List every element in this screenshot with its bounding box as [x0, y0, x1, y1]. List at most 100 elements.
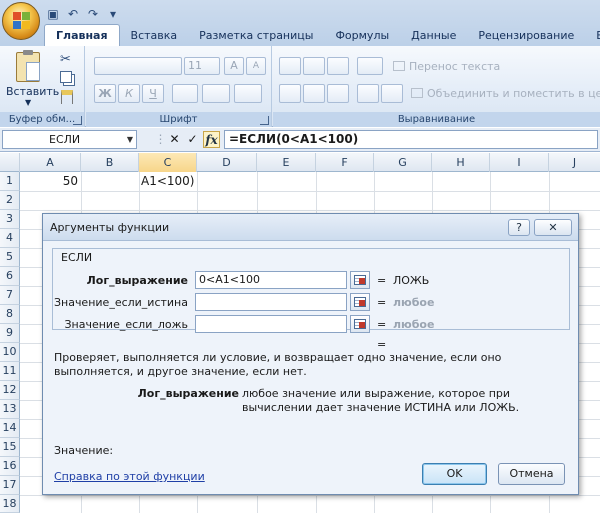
argument-help-text: любое значение или выражение, которое пр…: [242, 387, 520, 414]
bold-label: Ж: [98, 87, 112, 100]
shrink-font-button[interactable]: A: [246, 57, 266, 75]
grid-line: [20, 495, 600, 496]
row-header[interactable]: 7: [0, 286, 20, 305]
align-left-button[interactable]: [279, 84, 301, 103]
cell-a1[interactable]: 50: [20, 174, 80, 188]
argument-result: ЛОЖЬ: [393, 274, 430, 287]
row-header[interactable]: 13: [0, 400, 20, 419]
column-header[interactable]: B: [81, 153, 139, 172]
formula-input[interactable]: =ЕСЛИ(0<A1<100): [224, 130, 598, 149]
insert-function-button[interactable]: fx: [203, 131, 220, 148]
tab-page-layout[interactable]: Разметка страницы: [188, 26, 324, 46]
italic-label: К: [125, 87, 133, 100]
align-middle-button[interactable]: [303, 57, 325, 75]
office-button[interactable]: [2, 2, 40, 40]
row-header[interactable]: 15: [0, 438, 20, 457]
decrease-indent-button[interactable]: [357, 84, 379, 103]
row-header[interactable]: 1: [0, 172, 20, 191]
row-header[interactable]: 18: [0, 495, 20, 513]
enter-entry-icon[interactable]: ✓: [184, 131, 201, 148]
bold-button[interactable]: Ж: [94, 84, 116, 103]
paste-icon: [16, 50, 40, 82]
argument-input[interactable]: [195, 315, 347, 333]
collapse-dialog-icon[interactable]: [350, 293, 370, 311]
name-box-dropdown-icon[interactable]: ▼: [127, 131, 133, 148]
column-header[interactable]: H: [432, 153, 490, 172]
clipboard-launcher-icon[interactable]: [73, 116, 82, 125]
name-box[interactable]: ЕСЛИ ▼: [2, 130, 137, 149]
grid-line: [20, 210, 600, 211]
format-painter-icon[interactable]: [61, 90, 73, 104]
save-icon[interactable]: ▣: [46, 7, 60, 21]
row-header[interactable]: 17: [0, 476, 20, 495]
row-header[interactable]: 14: [0, 419, 20, 438]
cancel-entry-icon[interactable]: ✕: [166, 131, 183, 148]
column-header[interactable]: G: [374, 153, 432, 172]
row-header[interactable]: 6: [0, 267, 20, 286]
grow-font-button[interactable]: A: [224, 57, 244, 75]
tab-view[interactable]: Вид: [585, 26, 600, 46]
equals-sign: =: [377, 274, 387, 287]
column-header[interactable]: C: [139, 153, 197, 172]
tab-formulas[interactable]: Формулы: [324, 26, 400, 46]
increase-indent-button[interactable]: [381, 84, 403, 103]
redo-icon[interactable]: ↷: [86, 7, 100, 21]
copy-icon[interactable]: [60, 71, 72, 83]
select-all-corner[interactable]: [0, 153, 20, 172]
help-link[interactable]: Справка по этой функции: [54, 470, 205, 483]
tab-insert[interactable]: Вставка: [120, 26, 189, 46]
column-header[interactable]: I: [490, 153, 549, 172]
cancel-button[interactable]: Отмена: [498, 463, 565, 485]
font-name-box[interactable]: [94, 57, 182, 75]
column-header[interactable]: J: [549, 153, 600, 172]
value-label: Значение:: [54, 444, 114, 457]
tab-review[interactable]: Рецензирование: [467, 26, 585, 46]
column-header[interactable]: A: [20, 153, 81, 172]
row-header[interactable]: 10: [0, 343, 20, 362]
paste-button[interactable]: Вставить ▼: [6, 50, 59, 108]
italic-button[interactable]: К: [118, 84, 140, 103]
row-header[interactable]: 4: [0, 229, 20, 248]
align-right-button[interactable]: [327, 84, 349, 103]
ok-button[interactable]: OK: [422, 463, 487, 485]
font-color-button[interactable]: [234, 84, 262, 103]
cell-c1[interactable]: A1<100): [141, 174, 194, 188]
tab-data[interactable]: Данные: [400, 26, 467, 46]
row-header[interactable]: 8: [0, 305, 20, 324]
cut-icon[interactable]: ✂: [60, 52, 71, 67]
align-bottom-button[interactable]: [327, 57, 349, 75]
column-header[interactable]: F: [316, 153, 374, 172]
row-header[interactable]: 11: [0, 362, 20, 381]
row-header[interactable]: 2: [0, 191, 20, 210]
merge-center-button[interactable]: Объединить и поместить в центре: [411, 87, 600, 100]
clipboard-group: Вставить ▼ ✂ Буфер обм...: [0, 46, 85, 127]
align-center-button[interactable]: [303, 84, 325, 103]
argument-input[interactable]: [195, 293, 347, 311]
argument-input[interactable]: 0<A1<100: [195, 271, 347, 289]
row-header[interactable]: 12: [0, 381, 20, 400]
wrap-text-button[interactable]: Перенос текста: [393, 60, 500, 73]
collapse-dialog-icon[interactable]: [350, 271, 370, 289]
tab-home[interactable]: Главная: [44, 24, 120, 46]
font-launcher-icon[interactable]: [260, 116, 269, 125]
help-button[interactable]: ?: [508, 219, 530, 236]
column-header[interactable]: D: [197, 153, 257, 172]
column-header[interactable]: E: [257, 153, 316, 172]
formula-bar: ЕСЛИ ▼ ⋮ ✕ ✓ fx =ЕСЛИ(0<A1<100): [0, 128, 600, 152]
fill-color-button[interactable]: [202, 84, 230, 103]
row-header[interactable]: 16: [0, 457, 20, 476]
close-button[interactable]: ✕: [534, 219, 572, 236]
align-top-button[interactable]: [279, 57, 301, 75]
underline-button[interactable]: Ч: [142, 84, 164, 103]
underline-label: Ч: [149, 87, 157, 100]
orientation-button[interactable]: [357, 57, 383, 75]
row-header[interactable]: 3: [0, 210, 20, 229]
borders-button[interactable]: [172, 84, 198, 103]
row-header[interactable]: 9: [0, 324, 20, 343]
customize-qat-icon[interactable]: ▾: [106, 7, 120, 21]
dialog-title: Аргументы функции: [50, 221, 170, 234]
collapse-dialog-icon[interactable]: [350, 315, 370, 333]
row-header[interactable]: 5: [0, 248, 20, 267]
font-size-box[interactable]: 11: [184, 57, 220, 75]
undo-icon[interactable]: ↶: [66, 7, 80, 21]
